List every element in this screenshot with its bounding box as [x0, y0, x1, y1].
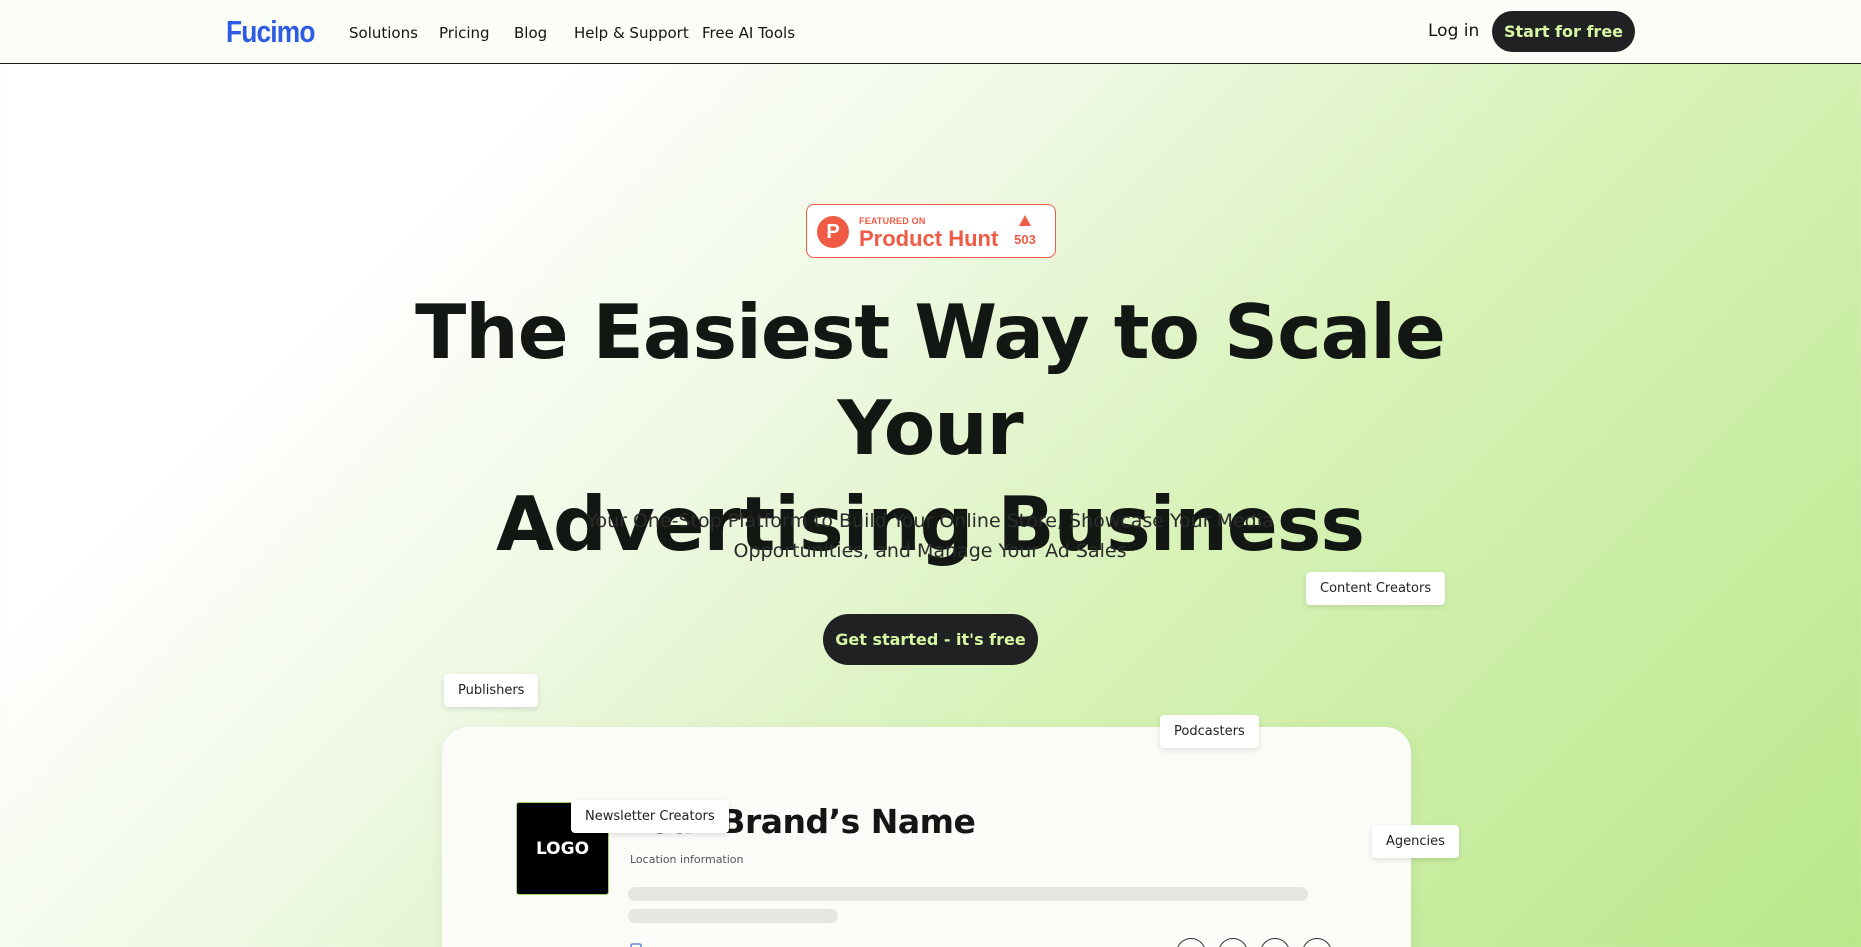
- get-started-button[interactable]: Get started - it's free: [823, 614, 1038, 665]
- hero-title-line-1: The Easiest Way to Scale Your: [415, 288, 1446, 472]
- upvote-triangle-icon: [1019, 215, 1031, 226]
- calendar-icon: [630, 943, 642, 947]
- brand-store-preview-card: LOGO Your Brand’s Name Location informat…: [442, 727, 1411, 947]
- nav-link-blog[interactable]: Blog: [514, 24, 547, 42]
- nav-link-free-ai-tools[interactable]: Free AI Tools: [702, 24, 795, 42]
- nav-link-help-support[interactable]: Help & Support: [574, 24, 689, 42]
- tiktok-icon[interactable]: [1302, 938, 1332, 947]
- product-hunt-label: Product Hunt: [859, 226, 999, 251]
- start-for-free-button[interactable]: Start for free: [1492, 11, 1635, 52]
- product-hunt-badge[interactable]: P FEATURED ON Product Hunt 503: [806, 204, 1056, 258]
- hero-subtitle: Your One-Stop Platform to Build Your Onl…: [580, 506, 1280, 566]
- product-hunt-featured-label: FEATURED ON: [859, 216, 926, 226]
- location-info: Location information: [630, 853, 744, 866]
- nav-link-pricing[interactable]: Pricing: [439, 24, 490, 42]
- facebook-icon[interactable]: [1218, 938, 1248, 947]
- hero-subtitle-line-1: Your One-Stop Platform to Build Your Onl…: [586, 510, 1274, 532]
- nav-link-solutions[interactable]: Solutions: [349, 24, 418, 42]
- tag-content-creators: Content Creators: [1306, 572, 1446, 605]
- social-icon[interactable]: [1176, 938, 1206, 947]
- skeleton-line: [628, 909, 838, 923]
- twitter-icon[interactable]: [1260, 938, 1290, 947]
- top-nav: Fucimo Solutions Pricing Blog Help & Sup…: [0, 0, 1861, 64]
- upvote-count: 503: [1014, 232, 1036, 247]
- fucimo-logo[interactable]: Fucimo: [226, 14, 315, 50]
- product-hunt-icon: P: [817, 216, 849, 248]
- login-link[interactable]: Log in: [1428, 21, 1479, 41]
- hero-subtitle-line-2: Opportunities, and Manage Your Ad Sales: [733, 540, 1127, 562]
- tag-newsletter-creators: Newsletter Creators: [571, 800, 729, 833]
- tag-publishers: Publishers: [444, 674, 539, 707]
- tag-podcasters: Podcasters: [1160, 715, 1259, 748]
- tag-agencies: Agencies: [1372, 825, 1459, 858]
- skeleton-line: [628, 887, 1308, 901]
